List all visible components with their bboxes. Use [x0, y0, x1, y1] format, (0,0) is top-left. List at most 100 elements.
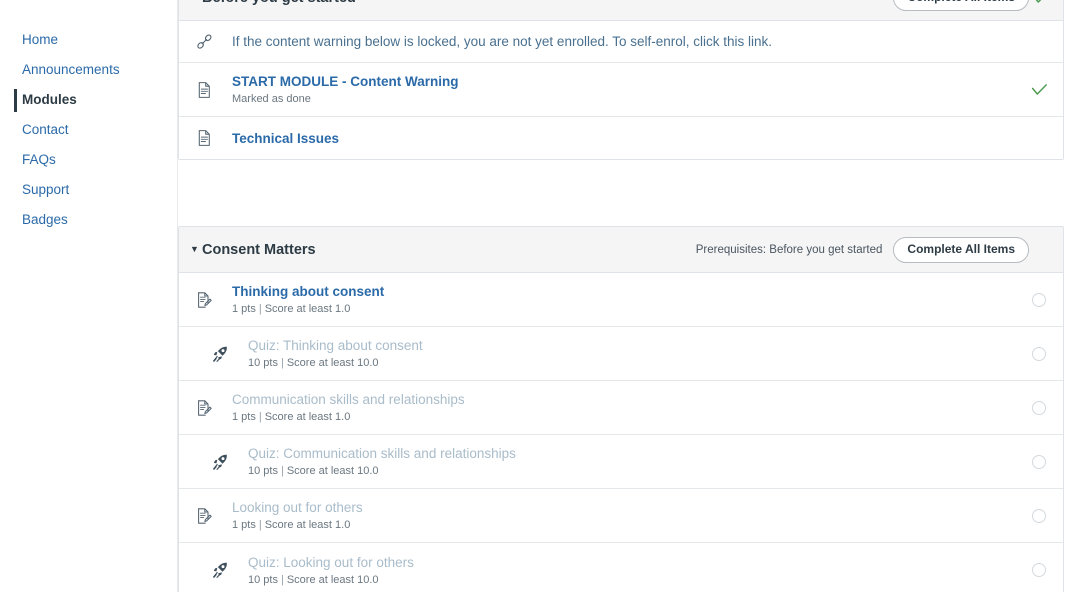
complete-all-items-button[interactable]: Complete All Items: [893, 236, 1029, 263]
module-item-body: Quiz: Looking out for others 10 pts | Score…: [231, 554, 1027, 587]
module-item-score-requirement: Score at least 1.0: [264, 411, 351, 423]
module-item-icon: [209, 345, 231, 363]
module-item-requirements: 10 pts | Score at least 10.0: [248, 464, 1027, 478]
module-item-row: If the content warning below is locked, …: [179, 21, 1063, 63]
module-item-row: Quiz: Thinking about consent 10 pts | Score…: [179, 327, 1063, 381]
triangle-down-icon[interactable]: ▼: [190, 245, 202, 254]
module-item-title[interactable]: Technical Issues: [232, 130, 1027, 147]
incomplete-circle-icon: [1032, 563, 1046, 577]
modules-page: Home Announcements Modules Contact FAQs Suppo…: [0, 0, 1080, 592]
green-check-icon: [1032, 0, 1049, 5]
module-item-icon: [193, 291, 215, 309]
module-item-status: [1027, 563, 1051, 577]
module-item-score-requirement: Score at least 10.0: [286, 573, 379, 586]
module-item-score-requirement: Score at least 10.0: [286, 357, 379, 369]
module-item-icon: [209, 453, 231, 471]
module-item-icon: [193, 399, 215, 417]
assignment-icon: [196, 399, 213, 417]
module-prerequisites-text: Prerequisites: Before you get started: [695, 243, 883, 256]
document-icon: [196, 129, 213, 147]
module-item-status: [1027, 346, 1051, 361]
module-item-title: Looking out for others: [232, 500, 363, 515]
module-item-title: Quiz: Thinking about consent: [248, 338, 423, 353]
module-header: ▼Before you get startedComplete All Item…: [179, 0, 1063, 21]
rocket-icon: [212, 561, 229, 579]
module-item-subtitle: Marked as done: [232, 93, 311, 105]
requirement-divider: |: [280, 573, 284, 586]
modules-content-area: ▼Before you get startedComplete All Item…: [178, 0, 1080, 592]
module-item-body: Technical Issues: [215, 130, 1027, 147]
module-item-score-requirement: Score at least 10.0: [286, 465, 379, 477]
module-card: ▼ Consent Matters Prerequisites: Before yo…: [178, 226, 1064, 592]
module-item-title[interactable]: If the content warning below is locked, …: [232, 33, 1027, 50]
requirement-divider: |: [258, 411, 262, 423]
module-item-body: Thinking about consent 1 pts | Score at lea…: [215, 283, 1027, 316]
module-header-actions: Complete All Items: [893, 0, 1029, 11]
course-sidebar-nav: Home Announcements Modules Contact FAQs Suppo…: [0, 0, 178, 592]
module-item-requirements: 1 pts | Score at least 1.0: [232, 410, 1027, 424]
green-check-icon: [1031, 83, 1048, 97]
incomplete-circle-icon: [1032, 346, 1046, 361]
module-item-status: [1027, 83, 1051, 97]
module-item-icon: [193, 129, 215, 147]
module-item-status: [1027, 400, 1051, 415]
module-item-points: 10 pts: [248, 465, 278, 477]
module-item-body: Quiz: Communication skills and relations…: [231, 445, 1027, 478]
module-item-body: If the content warning below is locked, …: [215, 33, 1027, 50]
module-item-body: START MODULE - Content Warning Marked as …: [215, 73, 1027, 106]
module-item-title[interactable]: Thinking about consent: [232, 283, 1027, 300]
module-item-row: START MODULE - Content Warning Marked as …: [179, 63, 1063, 117]
requirement-divider: |: [280, 357, 284, 369]
module-item-row: Thinking about consent 1 pts | Score at lea…: [179, 273, 1063, 327]
incomplete-circle-icon: [1032, 400, 1046, 415]
module-item-title[interactable]: START MODULE - Content Warning: [232, 73, 1027, 90]
module-item-requirements: 1 pts | Score at least 1.0: [232, 518, 1027, 532]
module-item-requirements: 10 pts | Score at least 10.0: [248, 573, 1027, 587]
module-item-points: 10 pts: [248, 357, 278, 369]
module-item-points: 10 pts: [248, 573, 278, 586]
assignment-icon: [196, 507, 213, 525]
sidebar-item-support[interactable]: Support: [0, 175, 177, 205]
module-item-score-requirement: Score at least 1.0: [264, 519, 351, 531]
rocket-icon: [212, 453, 229, 471]
module-item-requirements: 10 pts | Score at least 10.0: [248, 356, 1027, 370]
module-item-icon: [209, 561, 231, 579]
module-item-title: Quiz: Looking out for others: [248, 554, 414, 570]
sidebar-item-contact[interactable]: Contact: [0, 115, 177, 145]
module-item-points: 1 pts: [232, 411, 256, 423]
module-item-score-requirement: Score at least 1.0: [264, 303, 351, 315]
document-icon: [196, 81, 213, 99]
incomplete-circle-icon: [1032, 508, 1046, 523]
module-item-points: 1 pts: [232, 519, 256, 531]
module-item-icon: [193, 33, 215, 51]
module-title: Consent Matters: [202, 241, 316, 258]
module-item-row: Communication skills and relationships 1 …: [179, 381, 1063, 435]
module-item-body: Communication skills and relationships 1 …: [215, 391, 1027, 424]
module-item-points: 1 pts: [232, 303, 256, 315]
complete-all-items-button[interactable]: Complete All Items: [893, 0, 1029, 11]
rocket-icon: [212, 345, 229, 363]
assignment-icon: [196, 291, 213, 309]
module-item-row: Quiz: Looking out for others 10 pts | Score…: [179, 543, 1063, 592]
module-item-status: [1027, 508, 1051, 523]
incomplete-circle-icon: [1032, 454, 1046, 469]
module-header-actions: Prerequisites: Before you get started Com…: [695, 236, 1029, 263]
sidebar-item-home[interactable]: Home: [0, 25, 177, 55]
sidebar-item-announcements[interactable]: Announcements: [0, 55, 177, 85]
module-title: Before you get started: [202, 0, 893, 7]
module-item-body: Quiz: Thinking about consent 10 pts | Score…: [231, 337, 1027, 370]
module-item-row: Quiz: Communication skills and relations…: [179, 435, 1063, 489]
triangle-down-icon[interactable]: ▼: [190, 0, 202, 2]
sidebar-item-badges[interactable]: Badges: [0, 205, 177, 235]
module-item-row: Technical Issues: [179, 117, 1063, 159]
module-item-icon: [193, 81, 215, 99]
module-item-title: Communication skills and relationships: [232, 392, 465, 407]
module-item-icon: [193, 507, 215, 525]
module-item-title: Quiz: Communication skills and relations…: [248, 446, 516, 461]
module-item-requirements: 1 pts | Score at least 1.0: [232, 302, 1027, 316]
module-item-row: Looking out for others 1 pts | Score at lea…: [179, 489, 1063, 543]
sidebar-item-modules[interactable]: Modules: [0, 85, 177, 115]
module-completion-status: [1029, 0, 1051, 5]
requirement-divider: |: [258, 303, 262, 315]
sidebar-item-faqs[interactable]: FAQs: [0, 145, 177, 175]
